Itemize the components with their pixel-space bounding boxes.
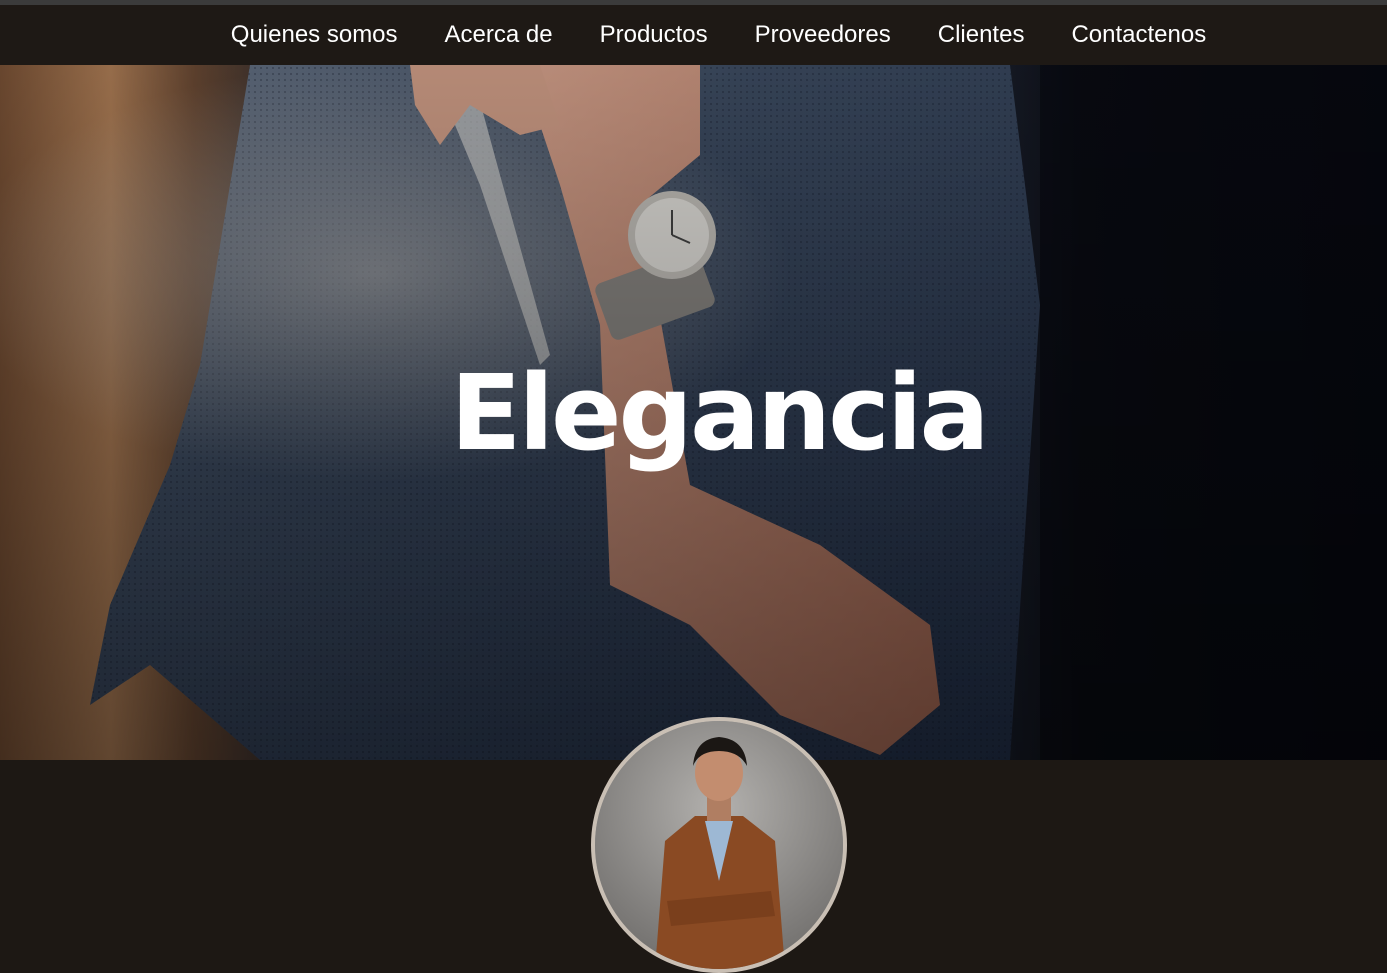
nav-item-quienes-somos: Quienes somos (207, 5, 421, 65)
nav-item-contactenos: Contactenos (1048, 5, 1230, 65)
main-navbar: Quienes somos Acerca de Productos Provee… (0, 5, 1387, 65)
nav-link-proveedores[interactable]: Proveedores (755, 21, 891, 48)
nav-link-productos[interactable]: Productos (600, 21, 708, 48)
avatar (591, 717, 847, 973)
hero-title: Elegancia (450, 352, 989, 474)
hero-banner: Elegancia (0, 65, 1387, 760)
nav-menu: Quienes somos Acerca de Productos Provee… (207, 5, 1229, 65)
nav-link-contactenos[interactable]: Contactenos (1071, 21, 1206, 48)
person-portrait-icon (595, 721, 843, 969)
nav-link-quienes-somos[interactable]: Quienes somos (231, 21, 398, 48)
nav-item-acerca-de: Acerca de (421, 5, 576, 65)
nav-item-productos: Productos (576, 5, 731, 65)
nav-link-clientes[interactable]: Clientes (938, 21, 1025, 48)
nav-item-clientes: Clientes (914, 5, 1048, 65)
nav-link-acerca-de[interactable]: Acerca de (445, 21, 553, 48)
nav-item-proveedores: Proveedores (731, 5, 914, 65)
